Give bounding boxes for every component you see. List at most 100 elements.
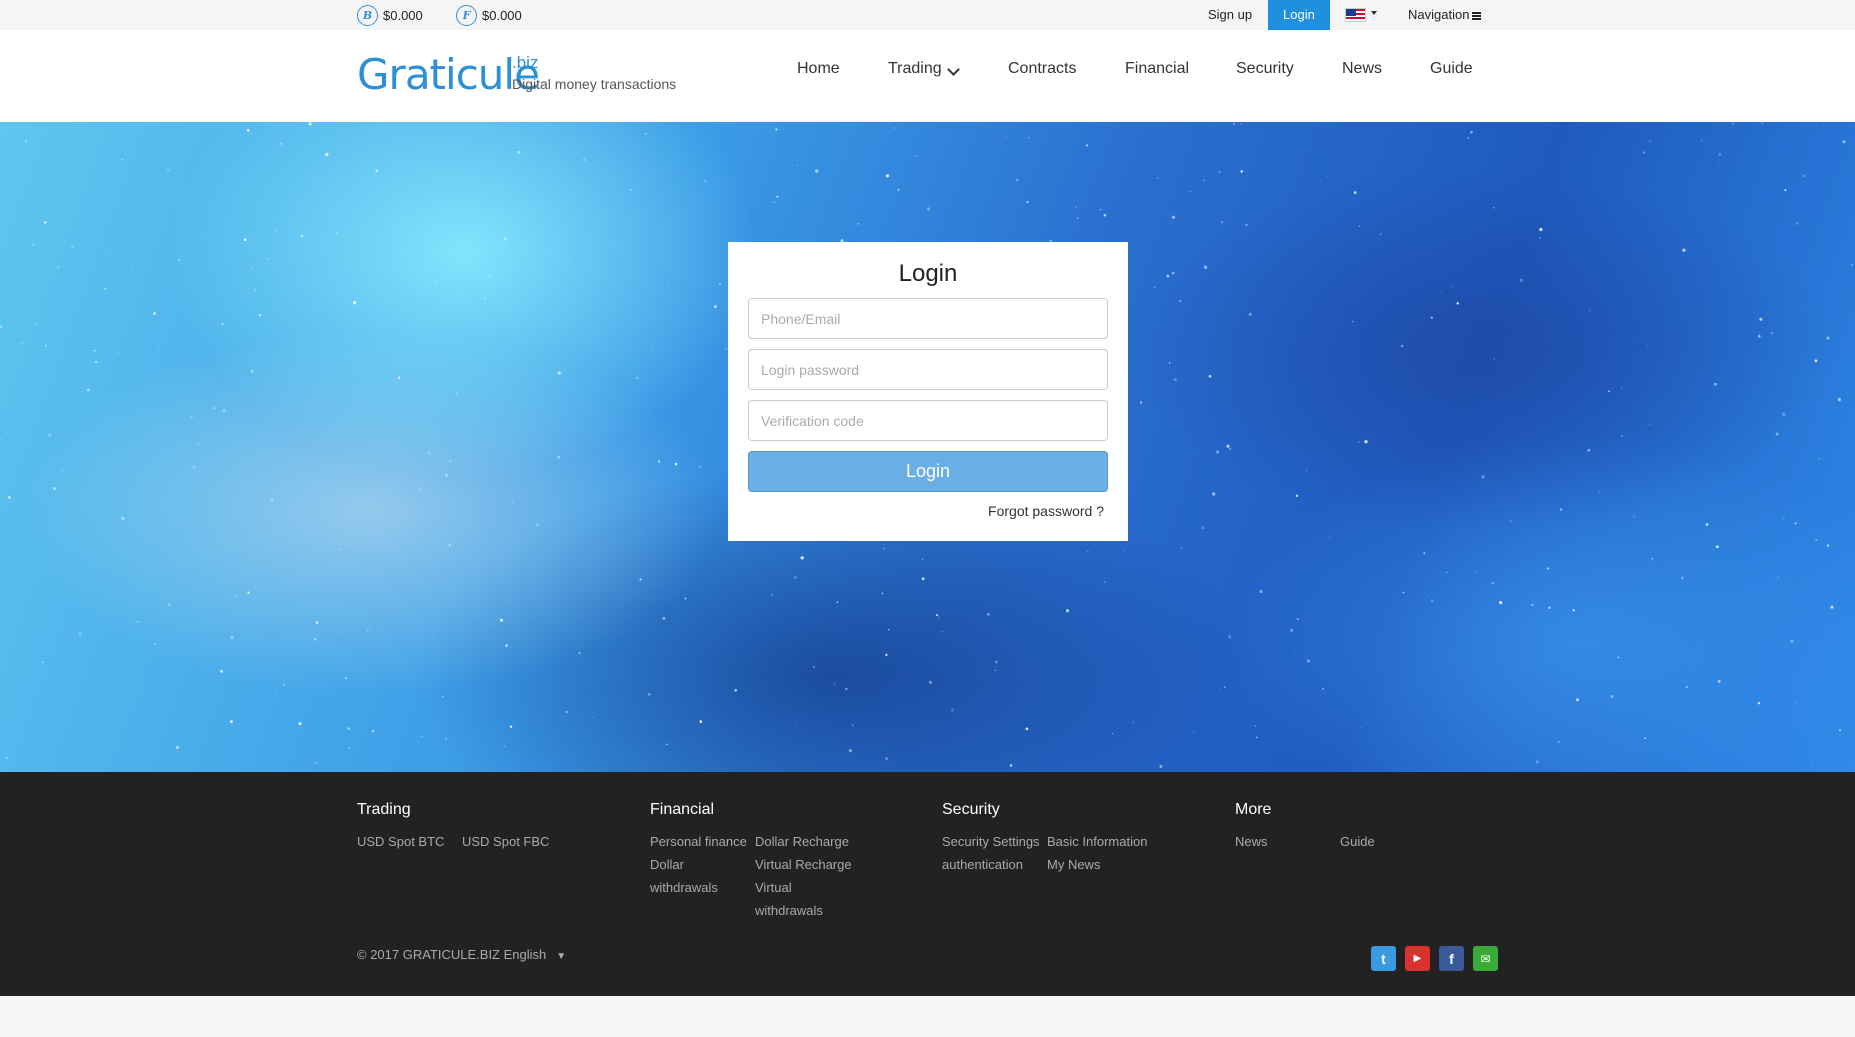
nav-contracts[interactable]: Contracts	[1008, 60, 1076, 78]
star	[53, 487, 56, 490]
star	[1731, 122, 1734, 125]
star	[1306, 659, 1311, 663]
star	[192, 465, 196, 469]
star	[153, 312, 157, 315]
star	[1842, 140, 1846, 144]
ticker-fbc[interactable]: F $0.000	[456, 5, 522, 26]
footer-link[interactable]: USD Spot FBC	[462, 834, 549, 849]
footer-link[interactable]: Virtual Recharge	[755, 857, 852, 872]
star	[258, 313, 262, 317]
star	[1539, 227, 1543, 232]
star	[1761, 122, 1763, 124]
star	[1103, 581, 1106, 584]
star	[230, 636, 234, 640]
star	[1476, 571, 1478, 573]
star	[367, 629, 369, 631]
star	[1802, 174, 1806, 178]
copyright-text: © 2017 GRATICULE.BIZ English	[357, 947, 547, 962]
star	[1203, 179, 1205, 182]
footer-link[interactable]: Virtual	[755, 880, 792, 895]
login-card: Login Login Forgot password ?	[728, 242, 1128, 541]
navigation-menu[interactable]: Navigation	[1408, 0, 1482, 30]
footer-link[interactable]: Personal finance	[650, 834, 747, 849]
forgot-password-link[interactable]: Forgot password ?	[988, 503, 1104, 519]
star	[5, 756, 9, 760]
star	[213, 407, 216, 410]
star	[503, 745, 506, 748]
ticker-price: $0.000	[482, 8, 522, 23]
footer-heading: Financial	[650, 801, 715, 818]
phone-email-input[interactable]	[748, 298, 1108, 339]
copyright-language[interactable]: © 2017 GRATICULE.BIZ English ▼	[357, 947, 566, 962]
footer-link[interactable]: Basic Information	[1047, 834, 1147, 849]
twitter-icon[interactable]: t	[1371, 946, 1396, 971]
nav-financial[interactable]: Financial	[1125, 60, 1189, 78]
star	[455, 393, 458, 395]
star	[1009, 764, 1013, 767]
star	[457, 611, 459, 613]
verification-code-input[interactable]	[748, 400, 1108, 441]
star	[434, 281, 437, 283]
star	[1826, 336, 1830, 340]
signup-link[interactable]: Sign up	[1208, 0, 1252, 30]
star	[340, 633, 341, 634]
ticker-btc[interactable]: B $0.000	[357, 5, 423, 26]
star	[833, 682, 836, 685]
footer-heading: Security	[942, 801, 1000, 818]
star	[734, 688, 738, 692]
page-bottom	[0, 996, 1855, 1037]
star	[775, 128, 778, 131]
footer-link[interactable]: withdrawals	[650, 880, 718, 895]
star	[647, 692, 651, 696]
star	[345, 545, 347, 548]
star	[8, 496, 11, 499]
star	[1807, 237, 1809, 238]
star	[1193, 731, 1195, 733]
star	[845, 687, 848, 691]
footer-link[interactable]: Dollar Recharge	[755, 834, 849, 849]
star	[1402, 591, 1405, 594]
language-selector[interactable]	[1345, 8, 1366, 22]
star	[602, 428, 604, 430]
nav-guide[interactable]: Guide	[1430, 60, 1473, 78]
star	[212, 264, 214, 266]
footer-link[interactable]: My News	[1047, 857, 1100, 872]
site-logo[interactable]: Graticule .biz Digital money transaction…	[357, 50, 676, 99]
footer-link[interactable]: Security Settings	[942, 834, 1040, 849]
star	[572, 428, 575, 430]
star	[1642, 151, 1646, 154]
star	[915, 155, 918, 157]
footer-link[interactable]: authentication	[942, 857, 1023, 872]
footer-link[interactable]: Dollar	[650, 857, 684, 872]
nav-financial-label: Financial	[1125, 60, 1190, 77]
footer-link[interactable]: withdrawals	[755, 903, 823, 918]
star	[509, 725, 513, 728]
star	[42, 661, 44, 664]
star	[345, 677, 348, 680]
top-login-button[interactable]: Login	[1268, 0, 1330, 30]
star	[1476, 599, 1477, 601]
star	[1493, 358, 1495, 360]
footer-link[interactable]: Guide	[1340, 834, 1375, 849]
star	[335, 231, 338, 235]
star	[295, 218, 297, 221]
star	[298, 721, 302, 726]
nav-home[interactable]: Home	[797, 60, 840, 78]
footer-link[interactable]: USD Spot BTC	[357, 834, 444, 849]
star	[1651, 558, 1654, 560]
star	[1649, 140, 1651, 143]
login-submit-button[interactable]: Login	[748, 451, 1108, 492]
nav-news[interactable]: News	[1342, 60, 1382, 78]
us-flag-icon	[1345, 8, 1366, 22]
nav-security[interactable]: Security	[1236, 60, 1294, 78]
star	[488, 274, 492, 278]
facebook-icon[interactable]: f	[1439, 946, 1464, 971]
footer-link[interactable]: News	[1235, 834, 1268, 849]
star	[56, 265, 60, 269]
youtube-icon[interactable]: ▶	[1405, 946, 1430, 971]
wechat-icon[interactable]: ✉	[1473, 946, 1498, 971]
star	[1491, 581, 1494, 585]
password-input[interactable]	[748, 349, 1108, 390]
star	[1190, 191, 1192, 193]
nav-trading[interactable]: Trading	[888, 60, 960, 78]
